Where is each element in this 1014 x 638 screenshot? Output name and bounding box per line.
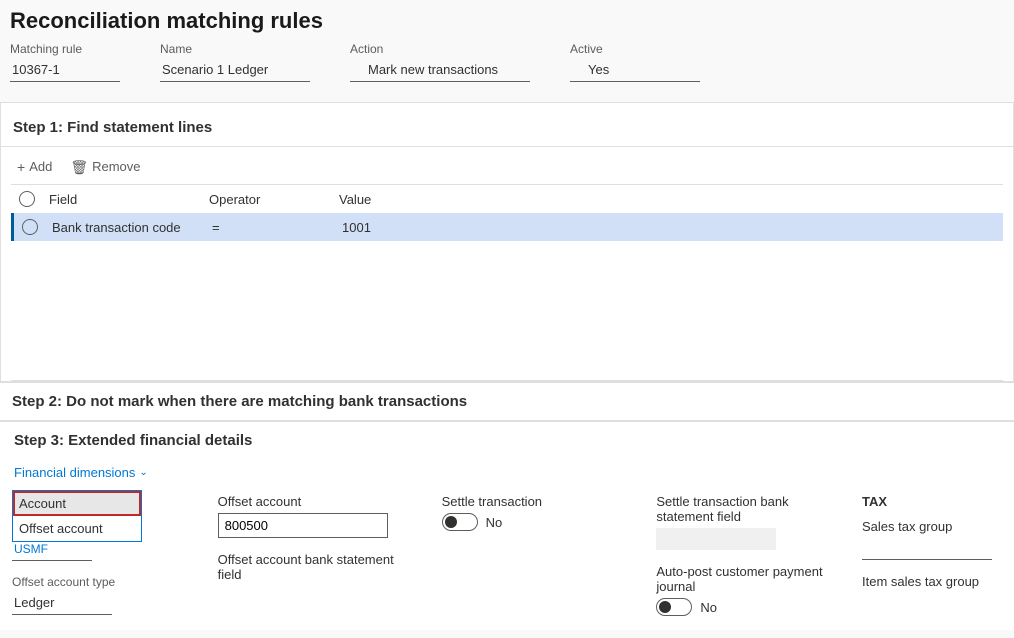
sales-tax-group-label: Sales tax group [862,519,1002,534]
step2-section[interactable]: Step 2: Do not mark when there are match… [0,382,1014,421]
row-radio[interactable] [22,219,38,235]
name-label: Name [160,42,310,56]
autopost-label: Auto-post customer payment journal [656,564,840,594]
step3-section: Step 3: Extended financial details Finan… [0,421,1014,630]
row-operator: = [212,220,342,235]
settle-transaction-label: Settle transaction [442,494,635,509]
row-field: Bank transaction code [52,220,212,235]
col-operator-header[interactable]: Operator [209,192,339,207]
add-label: Add [29,159,52,174]
grid-empty-area [11,241,1003,381]
select-all-radio[interactable] [19,191,35,207]
col-value-header[interactable]: Value [339,192,995,207]
add-button[interactable]: + Add [17,159,52,174]
sales-tax-group-value[interactable] [862,538,992,560]
trash-icon: 🗑 [70,160,88,174]
financial-dimensions-label: Financial dimensions [14,465,135,480]
offset-account-bank-statement-field-label: Offset account bank statement field [218,552,420,582]
step1-title: Step 1: Find statement lines [11,113,1003,146]
offset-account-type-value[interactable]: Ledger [12,591,112,615]
settle-transaction-bank-statement-field-value[interactable] [656,528,776,550]
financial-dimensions-dropdown: Account Offset account [12,490,142,542]
offset-account-input[interactable] [218,513,388,538]
action-label: Action [350,42,530,56]
autopost-toggle[interactable] [656,598,692,616]
action-value[interactable]: Mark new transactions [350,58,530,82]
step1-section: Step 1: Find statement lines + Add 🗑 Rem… [0,102,1014,382]
col-field-header[interactable]: Field [49,192,209,207]
remove-label: Remove [92,159,140,174]
financial-dimensions-link[interactable]: Financial dimensions ⌄ [12,459,1002,492]
name-value[interactable]: Scenario 1 Ledger [160,58,310,82]
settle-transaction-toggle[interactable] [442,513,478,531]
matching-rule-label: Matching rule [10,42,120,56]
settle-transaction-value: No [486,515,503,530]
dropdown-item-account[interactable]: Account [13,491,141,516]
active-value[interactable]: Yes [570,58,700,82]
remove-button[interactable]: 🗑 Remove [70,159,140,174]
row-value: 1001 [342,220,995,235]
company-value[interactable]: USMF [12,542,92,561]
header-fields: Matching rule 10367-1 Name Scenario 1 Le… [10,42,1004,82]
chevron-down-icon: ⌄ [139,467,147,478]
autopost-value: No [700,600,717,615]
matching-rule-value[interactable]: 10367-1 [10,58,120,82]
page-title: Reconciliation matching rules [10,8,1004,34]
offset-account-label: Offset account [218,494,420,509]
step2-title: Step 2: Do not mark when there are match… [12,393,1002,410]
step3-title: Step 3: Extended financial details [12,432,1002,459]
tax-heading: TAX [862,494,1002,509]
table-row[interactable]: Bank transaction code = 1001 [11,213,1003,241]
dropdown-item-offset-account[interactable]: Offset account [13,516,141,541]
active-label: Active [570,42,700,56]
settle-transaction-bank-statement-field-label: Settle transaction bank statement field [656,494,840,524]
plus-icon: + [17,160,25,174]
offset-account-type-label: Offset account type [12,575,196,589]
item-sales-tax-group-label: Item sales tax group [862,574,1002,589]
grid-header: Field Operator Value [11,185,1003,213]
